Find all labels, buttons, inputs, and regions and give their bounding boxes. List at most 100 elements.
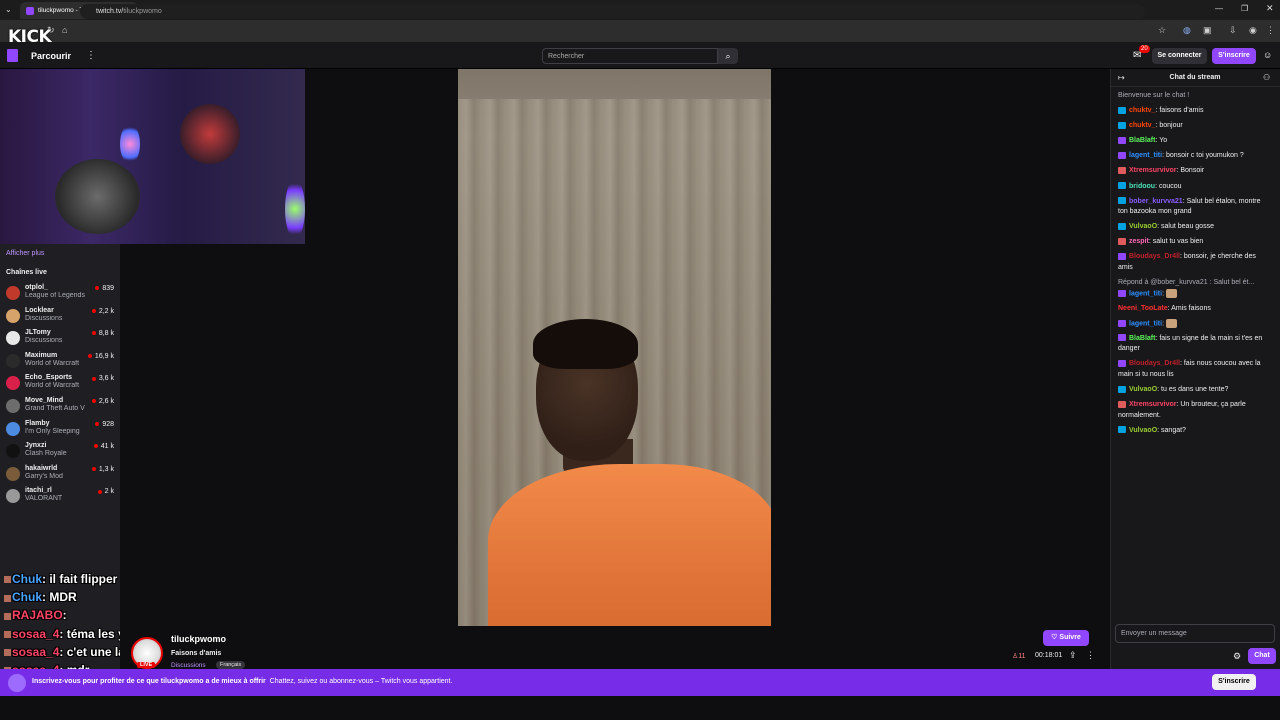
chat-badge-icon[interactable] <box>1118 334 1126 342</box>
chat-username[interactable]: chuktv_ <box>1129 122 1155 129</box>
chat-emote-icon[interactable] <box>1165 318 1177 328</box>
chat-badge-icon[interactable] <box>1118 400 1126 408</box>
url-field[interactable]: twitch.tv/tiluckpwomo <box>80 4 1145 19</box>
show-more-link[interactable]: Afficher plus <box>6 250 44 257</box>
stream-title: Faisons d'amis <box>171 650 222 657</box>
chat-username[interactable]: Bloudays_Dr4ll <box>1129 360 1180 367</box>
chat-username[interactable]: BlaBlaft <box>1129 137 1155 144</box>
channel-name: Echo_Esports <box>25 374 73 382</box>
share-icon[interactable]: ⇪ <box>1069 650 1077 661</box>
chat-username[interactable]: Xtremsurvivor <box>1129 167 1176 174</box>
sidebar-channel[interactable]: Echo_Esports World of Warcraft 3,6 k <box>0 373 120 395</box>
chat-username[interactable]: lagent_titi <box>1129 320 1162 327</box>
channel-avatar <box>6 399 20 413</box>
search-input[interactable]: Rechercher <box>542 48 718 64</box>
chat-badge-icon[interactable] <box>1118 167 1126 175</box>
sidebar-channel[interactable]: JLTomy Discussions 8,8 k <box>0 328 120 350</box>
browser-menu-icon[interactable]: ⋮ <box>1266 25 1275 36</box>
channel-avatar <box>6 376 20 391</box>
chat-username[interactable]: Neeni_TooLate <box>1118 305 1168 312</box>
community-icon[interactable]: ⚇ <box>1263 73 1270 82</box>
chat-username[interactable]: VulvaoO <box>1129 386 1157 393</box>
extension-icon[interactable]: ◍ <box>1183 25 1191 36</box>
tab-search-icon[interactable]: ⌄ <box>5 5 12 14</box>
bookmark-star-icon[interactable]: ☆ <box>1158 25 1166 36</box>
sidebar-channel[interactable]: otplol_ League of Legends 839 <box>0 283 120 305</box>
chat-username[interactable]: VulvaoO <box>1129 427 1157 434</box>
language-tag[interactable]: Français <box>216 661 246 669</box>
chat-badge-icon[interactable] <box>1118 197 1126 205</box>
home-icon[interactable]: ⌂ <box>62 25 67 35</box>
chat-text: : Yo <box>1155 137 1168 145</box>
video-player[interactable] <box>458 69 771 626</box>
chat-username[interactable]: BlaBlaft <box>1129 335 1155 342</box>
sidebar-channel[interactable]: hakaiwrld Garry's Mod 1,3 k <box>0 464 120 486</box>
channel-viewers-value: 16,9 k <box>94 352 114 360</box>
profile-icon[interactable]: ◉ <box>1249 25 1257 36</box>
chat-badge-icon[interactable] <box>1118 182 1126 190</box>
follow-button[interactable]: ♡ Suivre <box>1043 630 1089 646</box>
overlay-chat-line: sosaa_4: c'et une la <box>4 645 125 659</box>
chat-badge-icon[interactable] <box>1118 289 1126 297</box>
stream-category-link[interactable]: Discussions <box>171 662 206 669</box>
chat-emote-icon[interactable] <box>1165 288 1177 298</box>
chat-username[interactable]: lagent_titi <box>1129 290 1162 297</box>
sidebar-channel[interactable]: Jynxzi Clash Royale 41 k <box>0 441 120 463</box>
sidebar-channel[interactable]: Flamby I'm Only Sleeping 928 <box>0 419 120 441</box>
chat-username[interactable]: VulvaoO <box>1129 223 1157 230</box>
minimize-icon[interactable]: — <box>1215 4 1223 13</box>
more-options-icon[interactable]: ⋮ <box>86 50 96 61</box>
chat-badge-icon[interactable] <box>1118 319 1126 327</box>
channel-name[interactable]: tiluckpwomo <box>171 634 226 644</box>
search-icon[interactable]: ⌕ <box>718 48 738 64</box>
chat-message: Xtremsurvivor: Bonsoir <box>1118 166 1270 177</box>
overlay-badge-icon <box>4 649 11 657</box>
close-window-icon[interactable]: ✕ <box>1266 3 1274 14</box>
live-dot-icon <box>87 353 92 358</box>
chat-input[interactable]: Envoyer un message <box>1115 624 1275 643</box>
streamer-shirt <box>488 464 771 626</box>
chat-text: : bonsoir c toi youmukon ? <box>1162 152 1244 160</box>
twitch-logo-icon[interactable] <box>7 49 18 62</box>
browse-link[interactable]: Parcourir <box>31 51 71 61</box>
chat-username[interactable]: bridoou <box>1129 183 1155 190</box>
chat-badge-icon[interactable] <box>1118 253 1126 261</box>
streamer-hair <box>533 319 638 369</box>
chat-username[interactable]: chuktv_ <box>1129 107 1155 114</box>
chat-username[interactable]: Xtremsurvivor <box>1129 401 1176 408</box>
chat-username[interactable]: bober_kurvva21 <box>1129 198 1183 205</box>
channel-viewers: 2,2 k <box>91 308 114 315</box>
chat-badge-icon[interactable] <box>1118 222 1126 230</box>
chat-badge-icon[interactable] <box>1118 151 1126 159</box>
download-icon[interactable]: ⇩ <box>1229 25 1237 36</box>
chat-text: : <box>1162 320 1165 328</box>
chat-username[interactable]: lagent_titi <box>1129 152 1162 159</box>
extensions-puzzle-icon[interactable]: ▣ <box>1203 25 1212 36</box>
chat-send-button[interactable]: Chat <box>1248 648 1276 664</box>
chat-badge-icon[interactable] <box>1118 426 1126 434</box>
chat-badge-icon[interactable] <box>1118 360 1126 368</box>
chat-username[interactable]: zespit <box>1129 238 1149 245</box>
chat-badge-icon[interactable] <box>1118 237 1126 245</box>
url-path: tiluckpwomo <box>123 8 162 15</box>
sidebar-channel[interactable]: Maximum World of Warcraft 16,9 k <box>0 351 120 373</box>
chat-message: bridoou: coucou <box>1118 182 1270 193</box>
chat-message: Neeni_TooLate: Amis faisons <box>1118 304 1270 315</box>
sidebar-channel[interactable]: Move_Mind Grand Theft Auto V 2,6 k <box>0 396 120 418</box>
chat-badge-icon[interactable] <box>1118 106 1126 114</box>
chat-badge-icon[interactable] <box>1118 136 1126 144</box>
more-actions-icon[interactable]: ⋮ <box>1086 650 1095 661</box>
chat-username[interactable]: Bloudays_Dr4ll <box>1129 253 1180 260</box>
maximize-icon[interactable]: ❐ <box>1241 4 1248 13</box>
sidebar-channel[interactable]: Locklear Discussions 2,2 k <box>0 306 120 328</box>
chat-reply-context[interactable]: Répond à @bober_kurvva21 : Salut bel ét.… <box>1118 278 1270 289</box>
user-menu-icon[interactable]: ☺ <box>1263 50 1272 60</box>
banner-signup-button[interactable]: S'inscrire <box>1212 674 1256 690</box>
chat-badge-icon[interactable] <box>1118 121 1126 129</box>
channel-viewers-value: 839 <box>102 285 114 292</box>
chat-badge-icon[interactable] <box>1118 385 1126 393</box>
chat-settings-gear-icon[interactable]: ⚙ <box>1233 651 1241 662</box>
login-button[interactable]: Se connecter <box>1152 48 1207 64</box>
signup-button[interactable]: S'inscrire <box>1212 48 1256 64</box>
sidebar-channel[interactable]: itachi_rl VALORANT 2 k <box>0 486 120 508</box>
